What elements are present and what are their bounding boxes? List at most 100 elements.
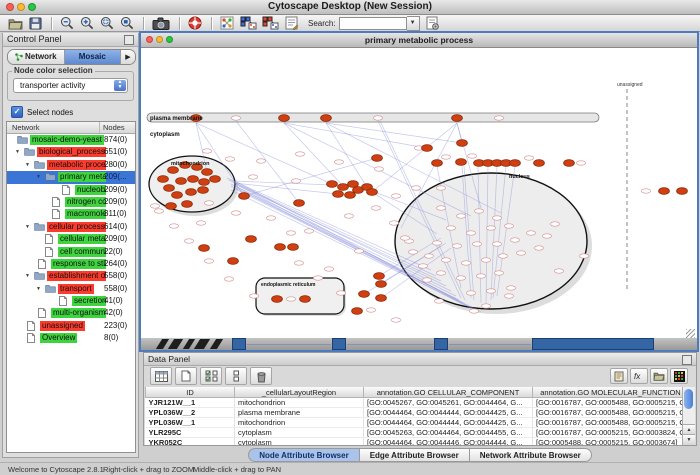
graph-node-small[interactable]	[506, 286, 515, 290]
graph-node-small[interactable]	[436, 271, 445, 275]
graph-node-small[interactable]	[400, 236, 409, 240]
network-overview-icon[interactable]	[218, 16, 236, 31]
graph-node[interactable]	[457, 140, 468, 147]
function-builder-icon[interactable]: fx	[630, 368, 648, 384]
table-cell[interactable]: YJR121W__1	[146, 398, 235, 408]
graph-node-small[interactable]	[231, 116, 240, 120]
graph-node[interactable]	[294, 200, 305, 207]
tree-row[interactable]: ▼establishment of lo558(0)	[7, 270, 135, 282]
graph-node[interactable]	[172, 192, 183, 199]
search-input[interactable]	[339, 17, 407, 30]
save-icon[interactable]	[26, 16, 44, 31]
graph-node[interactable]	[677, 188, 688, 195]
graph-node-small[interactable]	[202, 149, 211, 153]
graph-node-small[interactable]	[452, 244, 461, 248]
graph-node-small[interactable]	[516, 251, 525, 255]
help-lifering-icon[interactable]	[186, 16, 204, 31]
zoom-fit-icon[interactable]	[118, 16, 136, 31]
graph-node-small[interactable]	[579, 254, 588, 258]
graph-node[interactable]	[188, 176, 199, 183]
graph-node-small[interactable]	[313, 276, 322, 280]
table-row[interactable]: YKR052Ccytoplasm[GO:0044464, GO:0044446,…	[146, 438, 685, 446]
graph-node-small[interactable]	[481, 258, 490, 262]
graph-node[interactable]	[367, 189, 378, 196]
graph-node-small[interactable]	[389, 221, 398, 225]
tree-row[interactable]: mosaic-demo-yeast874(0)	[7, 134, 135, 146]
mosaic-layout-red-icon[interactable]	[260, 16, 280, 31]
table-column-header[interactable]: annotation.GO MOLECULAR_FUNCTION	[533, 387, 685, 398]
graph-node-small[interactable]	[424, 254, 433, 258]
table-cell[interactable]: YKR052C	[146, 438, 235, 446]
attribute-unselect-icon[interactable]	[225, 367, 247, 385]
table-cell[interactable]: [GO:0045267, GO:0045261, GO:0044464, G..…	[364, 398, 533, 408]
graph-node-small[interactable]	[441, 258, 450, 262]
graph-node[interactable]	[422, 145, 433, 152]
graph-node-small[interactable]	[225, 157, 234, 161]
graph-node-small[interactable]	[434, 299, 443, 303]
graph-node-small[interactable]	[422, 278, 431, 282]
graph-node[interactable]	[158, 176, 169, 183]
heatmap-icon[interactable]	[670, 368, 688, 384]
graph-node-small[interactable]	[408, 250, 417, 254]
graph-node-small[interactable]	[373, 116, 382, 120]
network-window-titlebar[interactable]: primary metabolic process	[141, 33, 697, 48]
graph-node-small[interactable]	[481, 304, 490, 308]
graph-node-small[interactable]	[204, 201, 213, 205]
graph-node-small[interactable]	[231, 211, 240, 215]
graph-node-small[interactable]	[436, 186, 445, 190]
graph-node[interactable]	[164, 185, 175, 192]
table-row[interactable]: YPL036W__1mitochondrion[GO:0044464, GO:0…	[146, 418, 685, 428]
tree-row[interactable]: unassigned223(0)	[7, 320, 135, 332]
graph-node[interactable]	[432, 160, 443, 167]
graph-node[interactable]	[246, 236, 257, 243]
graph-node-small[interactable]	[432, 241, 441, 245]
zoom-out-icon[interactable]	[58, 16, 76, 31]
graph-node[interactable]	[345, 192, 356, 199]
graph-node-small[interactable]	[374, 167, 383, 171]
graph-node[interactable]	[279, 115, 290, 122]
select-nodes-checkbox[interactable]: ✓	[11, 106, 23, 118]
graph-node[interactable]	[333, 191, 344, 198]
graph-node-small[interactable]	[344, 214, 353, 218]
graph-node-small[interactable]	[524, 156, 533, 160]
graph-node[interactable]	[456, 159, 467, 166]
delete-attribute-trash-icon[interactable]	[250, 367, 272, 385]
graph-node-small[interactable]	[641, 189, 650, 193]
graph-node-small[interactable]	[486, 226, 495, 230]
graph-node-small[interactable]	[184, 239, 193, 243]
graph-node[interactable]	[321, 115, 332, 122]
graph-node-small[interactable]	[494, 271, 503, 275]
table-cell[interactable]: YPL036W__2	[146, 408, 235, 418]
graph-node[interactable]	[272, 296, 283, 303]
graph-node[interactable]	[202, 169, 213, 176]
tree-expand-icon[interactable]: ▼	[25, 273, 30, 279]
table-cell[interactable]: [GO:0045263, GO:0044464, GO:0044455, G..…	[364, 428, 533, 438]
annotation-form-icon[interactable]	[282, 16, 300, 31]
resize-grip-icon[interactable]	[686, 329, 695, 338]
table-cell[interactable]: plasma membrane	[235, 408, 364, 418]
open-attribute-file-icon[interactable]	[650, 368, 668, 384]
graph-node-small[interactable]	[391, 194, 400, 198]
graph-node[interactable]	[510, 160, 521, 167]
graph-node-small[interactable]	[494, 116, 503, 120]
tree-row[interactable]: Overview8(0)	[7, 332, 135, 344]
graph-node-small[interactable]	[504, 294, 513, 298]
graph-node-small[interactable]	[466, 291, 475, 295]
graph-node[interactable]	[376, 295, 387, 302]
tree-row[interactable]: ▼cellular process614(0)	[7, 221, 135, 233]
tree-row[interactable]: cellular metabol209(0)	[7, 233, 135, 245]
graph-node-small[interactable]	[366, 308, 375, 312]
graph-node-small[interactable]	[248, 175, 257, 179]
graph-node[interactable]	[182, 201, 193, 208]
graph-node-small[interactable]	[510, 238, 519, 242]
graph-node[interactable]	[288, 244, 299, 251]
graph-node-small[interactable]	[456, 214, 465, 218]
table-row[interactable]: YPL036W__2plasma membrane[GO:0044464, GO…	[146, 408, 685, 418]
table-cell[interactable]: cytoplasm	[235, 438, 364, 446]
graph-node-small[interactable]	[467, 154, 476, 158]
graph-node-small[interactable]	[224, 277, 233, 281]
graph-node-small[interactable]	[550, 222, 559, 226]
graph-node-small[interactable]	[476, 274, 485, 278]
graph-node-small[interactable]	[196, 221, 205, 225]
graph-node-small[interactable]	[526, 231, 535, 235]
